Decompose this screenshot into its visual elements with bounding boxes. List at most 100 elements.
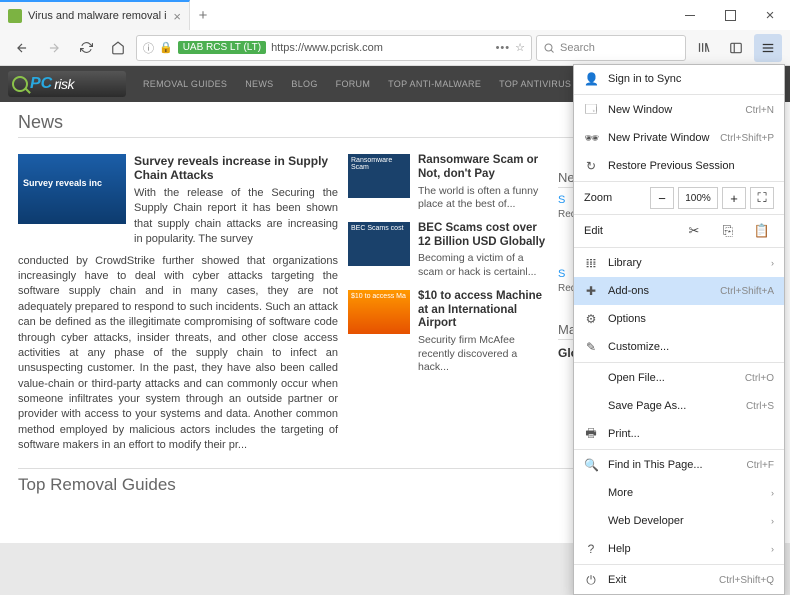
chevron-right-icon: ›: [771, 516, 774, 526]
nav-blog[interactable]: BLOG: [282, 79, 326, 89]
menu-open-file[interactable]: Open File... Ctrl+O: [574, 364, 784, 392]
app-menu: 👤 Sign in to Sync 🗔 New Window Ctrl+N 🕶 …: [573, 64, 785, 595]
search-icon: 🔍: [584, 458, 598, 472]
gear-icon: ⚙: [584, 312, 598, 326]
mask-icon: 🕶: [584, 131, 598, 145]
article-thumb: BEC Scams cost: [348, 222, 410, 266]
lock-icon: 🔒: [159, 41, 173, 54]
menu-find[interactable]: 🔍 Find in This Page... Ctrl+F: [574, 451, 784, 479]
copy-button[interactable]: ⎘: [716, 220, 740, 242]
url-bar[interactable]: ⓘ 🔒 UAB RCS LT (LT) https://www.pcrisk.c…: [136, 35, 532, 61]
home-button[interactable]: [104, 34, 132, 62]
nav-antimalware[interactable]: TOP ANTI-MALWARE: [379, 79, 490, 89]
menu-private-window[interactable]: 🕶 New Private Window Ctrl+Shift+P: [574, 124, 784, 152]
menu-save-page[interactable]: Save Page As... Ctrl+S: [574, 392, 784, 420]
arrow-right-icon: [47, 41, 61, 55]
article-item[interactable]: BEC Scams cost BEC Scams cost over 12 Bi…: [348, 222, 548, 280]
ev-cert-badge[interactable]: UAB RCS LT (LT): [178, 41, 266, 54]
url-text: https://www.pcrisk.com: [271, 42, 491, 54]
home-icon: [111, 41, 125, 55]
minimize-button[interactable]: [670, 0, 710, 30]
menu-restore[interactable]: ↻ Restore Previous Session: [574, 152, 784, 180]
titlebar: Virus and malware removal ins × + ×: [0, 0, 790, 30]
article-title: $10 to access Machine at an Internationa…: [418, 290, 548, 331]
exit-icon: ⏻: [584, 573, 598, 588]
menu-edit: Edit ✂ ⎘ 📋: [574, 216, 784, 246]
logo-pc: PC: [30, 75, 52, 93]
menu-web-developer[interactable]: Web Developer ›: [574, 507, 784, 535]
site-logo[interactable]: PC risk: [8, 71, 126, 97]
reload-button[interactable]: [72, 34, 100, 62]
print-icon: 🖶: [584, 424, 598, 445]
article-title: BEC Scams cost over 12 Billion USD Globa…: [418, 222, 548, 250]
menu-options[interactable]: ⚙ Options: [574, 305, 784, 333]
library-button[interactable]: [690, 34, 718, 62]
search-icon: [543, 42, 555, 54]
article-body: conducted by CrowdStrike further showed …: [18, 254, 338, 454]
article-snippet: Security firm McAfee recently discovered…: [418, 334, 548, 375]
reload-icon: [80, 41, 93, 54]
new-tab-button[interactable]: +: [190, 0, 216, 30]
puzzle-icon: ✚: [584, 284, 598, 298]
arrow-left-icon: [15, 41, 29, 55]
zoom-level[interactable]: 100%: [678, 187, 718, 209]
sidebar-icon: [729, 41, 743, 55]
toolbar: ⓘ 🔒 UAB RCS LT (LT) https://www.pcrisk.c…: [0, 30, 790, 66]
menu-print[interactable]: 🖶 Print...: [574, 420, 784, 448]
library-icon: 𝍖: [584, 256, 598, 270]
fullscreen-button[interactable]: ⛶: [750, 187, 774, 209]
chevron-right-icon: ›: [771, 544, 774, 554]
menu-zoom: Zoom − 100% + ⛶: [574, 183, 784, 213]
close-icon[interactable]: ×: [173, 9, 181, 24]
menu-new-window[interactable]: 🗔 New Window Ctrl+N: [574, 96, 784, 124]
search-bar[interactable]: Search: [536, 35, 686, 61]
article-thumb: Ransomware Scam: [348, 154, 410, 198]
menu-library[interactable]: 𝍖 Library ›: [574, 249, 784, 277]
article-lead: With the release of the Securing the Sup…: [134, 186, 338, 248]
search-placeholder: Search: [560, 42, 595, 54]
maximize-button[interactable]: [710, 0, 750, 30]
menu-help[interactable]: ? Help ›: [574, 535, 784, 563]
cut-button[interactable]: ✂: [682, 220, 706, 242]
article-item[interactable]: Ransomware Scam Ransomware Scam or Not, …: [348, 154, 548, 212]
paste-button[interactable]: 📋: [750, 220, 774, 242]
browser-tab[interactable]: Virus and malware removal ins ×: [0, 0, 190, 30]
article-thumb: $10 to access Ma: [348, 290, 410, 334]
forward-button[interactable]: [40, 34, 68, 62]
zoom-in-button[interactable]: +: [722, 187, 746, 209]
article-item[interactable]: $10 to access Ma $10 to access Machine a…: [348, 290, 548, 375]
help-icon: ?: [584, 542, 598, 556]
bookmark-star-icon[interactable]: ☆: [515, 41, 525, 54]
zoom-out-button[interactable]: −: [650, 187, 674, 209]
magnifier-icon: [12, 76, 28, 92]
tab-title: Virus and malware removal ins: [28, 10, 167, 22]
menu-signin[interactable]: 👤 Sign in to Sync: [574, 65, 784, 93]
article-thumb: Survey reveals inc: [18, 154, 126, 224]
article-title: Survey reveals increase in Supply Chain …: [134, 154, 338, 182]
menu-customize[interactable]: ✎ Customize...: [574, 333, 784, 361]
article-snippet: The world is often a funny place at the …: [418, 185, 548, 212]
close-window-button[interactable]: ×: [750, 0, 790, 30]
article-title: Ransomware Scam or Not, don't Pay: [418, 154, 548, 182]
logo-risk: risk: [54, 76, 74, 92]
menu-addons[interactable]: ✚ Add-ons Ctrl+Shift+A: [574, 277, 784, 305]
menu-more[interactable]: More ›: [574, 479, 784, 507]
page-actions-icon[interactable]: •••: [496, 42, 511, 54]
sidebar-button[interactable]: [722, 34, 750, 62]
window-icon: 🗔: [584, 100, 598, 121]
chevron-right-icon: ›: [771, 488, 774, 498]
window-controls: ×: [670, 0, 790, 30]
paint-icon: ✎: [584, 340, 598, 354]
nav-forum[interactable]: FORUM: [327, 79, 380, 89]
library-icon: [697, 40, 712, 55]
app-menu-button[interactable]: [754, 34, 782, 62]
back-button[interactable]: [8, 34, 36, 62]
hamburger-icon: [761, 41, 775, 55]
article-main[interactable]: Survey reveals inc Survey reveals increa…: [18, 154, 338, 248]
nav-removal-guides[interactable]: REMOVAL GUIDES: [134, 79, 236, 89]
menu-exit[interactable]: ⏻ Exit Ctrl+Shift+Q: [574, 566, 784, 594]
info-icon[interactable]: ⓘ: [143, 40, 154, 56]
chevron-right-icon: ›: [771, 258, 774, 268]
nav-news[interactable]: NEWS: [236, 79, 282, 89]
article-snippet: Becoming a victim of a scam or hack is c…: [418, 252, 548, 279]
